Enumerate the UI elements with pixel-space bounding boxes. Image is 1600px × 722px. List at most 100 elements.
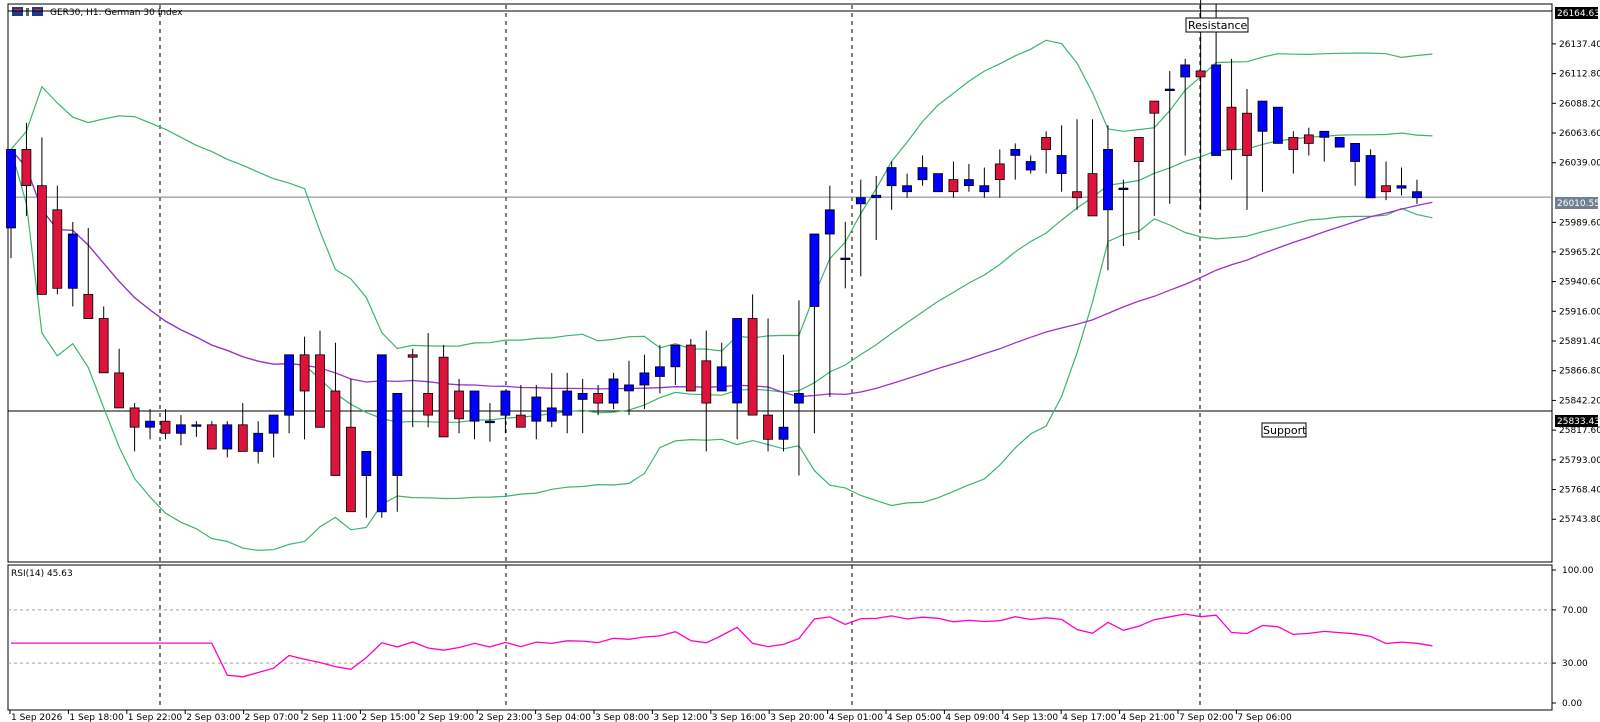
candle-body (933, 173, 943, 193)
candle[interactable] (484, 403, 495, 442)
candle[interactable] (67, 221, 78, 307)
candle[interactable] (639, 354, 650, 410)
candle[interactable] (1133, 136, 1144, 241)
candle[interactable] (160, 409, 171, 440)
candle[interactable] (1226, 58, 1237, 180)
candle[interactable] (778, 354, 789, 452)
candle[interactable] (964, 163, 974, 192)
candle[interactable] (191, 421, 202, 437)
candle[interactable] (1350, 142, 1360, 186)
candle[interactable] (1396, 167, 1407, 196)
candle[interactable] (763, 318, 773, 452)
candle[interactable] (222, 421, 233, 458)
candle[interactable] (546, 372, 557, 428)
rsi-line (11, 613, 1433, 678)
candle[interactable] (531, 384, 542, 440)
candle[interactable] (1319, 130, 1330, 162)
candle-body (407, 354, 418, 358)
candle[interactable] (1412, 179, 1422, 204)
candle[interactable] (1056, 125, 1067, 192)
candle[interactable] (994, 149, 1005, 198)
candle-body (423, 392, 434, 416)
support-tag[interactable]: Support (1261, 422, 1307, 438)
candle[interactable] (716, 342, 727, 392)
candle[interactable] (1025, 155, 1036, 174)
candle[interactable] (392, 392, 403, 512)
resistance-tag[interactable]: Resistance (1185, 17, 1249, 33)
candle-body (747, 318, 758, 416)
price-tick-label: 25793.00 (1559, 456, 1600, 466)
candle[interactable] (933, 173, 943, 193)
candle[interactable] (809, 233, 820, 434)
candle[interactable] (376, 354, 387, 518)
candle[interactable] (1072, 119, 1082, 210)
candle[interactable] (515, 384, 526, 428)
candle[interactable] (871, 176, 882, 241)
candle[interactable] (423, 333, 434, 428)
chart-canvas[interactable]: GER30, H1: German 30 Index RSI(14) 45.63… (0, 0, 1600, 722)
candle[interactable] (330, 342, 341, 476)
price-tick-label: 25743.80 (1559, 515, 1600, 525)
candle[interactable] (948, 161, 959, 198)
candle[interactable] (886, 161, 897, 210)
time-axis[interactable]: 1 Sep 2026 1 Sep 18:00 1 Sep 22:00 2 Sep 03… (9, 710, 1292, 722)
candle[interactable] (206, 421, 217, 450)
candle[interactable] (824, 185, 835, 398)
price-axis[interactable]: 26137.40 26112.80 26088.20 26063.60 26039.00… (1552, 40, 1600, 525)
candle[interactable] (608, 372, 619, 410)
candle[interactable] (407, 348, 418, 428)
candle[interactable] (1257, 100, 1268, 192)
candle[interactable] (268, 414, 279, 458)
candle[interactable] (52, 185, 63, 295)
candle[interactable] (902, 173, 912, 198)
candle[interactable] (98, 306, 109, 374)
candle-body (546, 407, 557, 422)
candle[interactable] (1180, 58, 1191, 156)
candle[interactable] (685, 339, 696, 392)
price-tick-label: 26112.80 (1559, 70, 1600, 80)
candle[interactable] (469, 390, 480, 440)
candle[interactable] (732, 318, 742, 440)
candle[interactable] (655, 345, 665, 394)
candle[interactable] (917, 155, 928, 186)
candle[interactable] (315, 330, 325, 428)
candle[interactable] (840, 221, 851, 289)
candle[interactable] (747, 294, 758, 416)
candle[interactable] (1242, 89, 1252, 210)
candle[interactable] (361, 450, 372, 518)
candle[interactable] (1103, 125, 1113, 271)
candle[interactable] (979, 167, 990, 198)
candle[interactable] (1288, 131, 1299, 174)
candle[interactable] (1149, 100, 1160, 216)
candle[interactable] (114, 348, 124, 409)
candle[interactable] (1164, 70, 1175, 204)
candle[interactable] (624, 360, 634, 416)
candle[interactable] (577, 378, 588, 434)
candle[interactable] (670, 344, 681, 385)
candle[interactable] (175, 415, 186, 446)
candle[interactable] (145, 409, 155, 440)
candle[interactable] (284, 354, 295, 434)
candle-body (500, 390, 511, 416)
candle[interactable] (1010, 143, 1021, 180)
candle[interactable] (253, 421, 264, 464)
candle[interactable] (1041, 131, 1051, 174)
candle[interactable] (1303, 127, 1314, 156)
candle[interactable] (37, 137, 47, 295)
candle[interactable] (438, 345, 449, 438)
candle[interactable] (562, 372, 573, 434)
candle-body (345, 426, 356, 513)
candle[interactable] (1273, 106, 1283, 144)
candle[interactable] (500, 390, 511, 434)
candle[interactable] (237, 403, 248, 452)
candle[interactable] (1334, 136, 1345, 148)
candle[interactable] (129, 403, 140, 452)
candle[interactable] (345, 378, 356, 513)
candle[interactable] (1087, 119, 1098, 217)
candle[interactable] (299, 336, 310, 440)
candle[interactable] (21, 122, 32, 216)
candle[interactable] (1365, 149, 1376, 199)
candle[interactable] (1381, 161, 1391, 201)
candle[interactable] (855, 179, 866, 277)
candle[interactable] (454, 378, 464, 434)
